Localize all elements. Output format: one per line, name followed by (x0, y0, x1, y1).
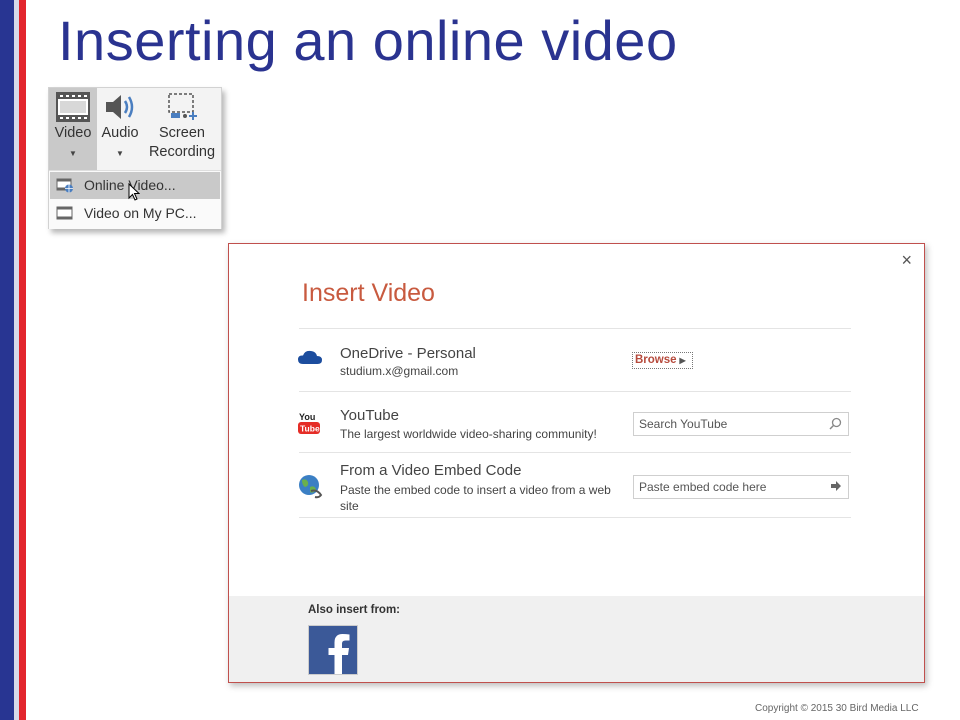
slide-title: Inserting an online video (58, 9, 678, 72)
divider (299, 517, 851, 518)
video-dropdown-menu: Online Video... Video on My PC... (49, 170, 221, 229)
audio-button-label: Audio (101, 125, 139, 141)
menu-item-video-on-pc-label: Video on My PC... (84, 205, 197, 221)
browse-arrow-icon: ▶ (679, 356, 686, 365)
film-icon (56, 92, 90, 122)
embed-code-field[interactable] (633, 475, 849, 499)
onedrive-cloud-icon (298, 350, 322, 364)
embed-code-title: From a Video Embed Code (340, 462, 522, 479)
screen-recording-label-line2: Recording (148, 144, 216, 160)
divider (299, 452, 851, 453)
ribbon-media-panel: Video ▼ Audio ▼ Screen Recording Online … (48, 87, 222, 229)
arrow-right-icon[interactable] (830, 480, 842, 492)
film-icon (56, 206, 73, 220)
menu-item-video-on-pc[interactable]: Video on My PC... (50, 200, 220, 227)
svg-text:Tube: Tube (300, 424, 320, 434)
youtube-title: YouTube (340, 407, 399, 424)
insert-video-dialog: × Insert Video OneDrive - Personal studi… (228, 243, 925, 683)
facebook-icon (328, 634, 350, 674)
screen-recording-label-line1: Screen (159, 125, 205, 141)
screen-recording-icon (168, 93, 197, 120)
screen-recording-button[interactable]: Screen Recording (143, 88, 221, 170)
menu-item-online-video[interactable]: Online Video... (50, 172, 220, 201)
svg-text:You: You (299, 412, 315, 422)
video-button[interactable]: Video ▼ (49, 88, 97, 170)
close-icon[interactable]: × (901, 250, 912, 271)
search-youtube-field[interactable] (633, 412, 849, 436)
also-insert-section: Also insert from: (229, 596, 924, 682)
search-icon[interactable] (829, 417, 842, 430)
audio-dropdown-caret-icon: ▼ (116, 149, 124, 158)
onedrive-account: studium.x@gmail.com (340, 364, 459, 378)
left-navy-bar (0, 0, 14, 720)
speaker-icon (106, 95, 134, 119)
onedrive-title: OneDrive - Personal (340, 345, 476, 362)
also-insert-label: Also insert from: (308, 604, 401, 616)
divider (299, 391, 851, 392)
facebook-button[interactable] (308, 625, 358, 675)
audio-button[interactable]: Audio ▼ (97, 88, 143, 170)
embed-code-description: Paste the embed code to insert a video f… (340, 483, 611, 513)
video-button-label: Video (54, 125, 92, 141)
copyright-footer: Copyright © 2015 30 Bird Media LLC (755, 703, 919, 714)
online-video-icon (56, 178, 73, 193)
browse-link[interactable]: Browse ▶ (632, 352, 693, 369)
youtube-description: The largest worldwide video-sharing comm… (340, 427, 597, 441)
browse-label: Browse (635, 354, 677, 366)
dialog-title: Insert Video (302, 279, 435, 307)
left-red-bar (19, 0, 26, 720)
video-dropdown-caret-icon: ▼ (69, 149, 77, 158)
mouse-pointer-icon (128, 183, 140, 201)
search-youtube-input[interactable] (634, 413, 819, 435)
embed-code-input[interactable] (634, 476, 819, 498)
youtube-icon: You Tube (298, 412, 320, 434)
divider (299, 328, 851, 329)
globe-icon (299, 475, 323, 499)
